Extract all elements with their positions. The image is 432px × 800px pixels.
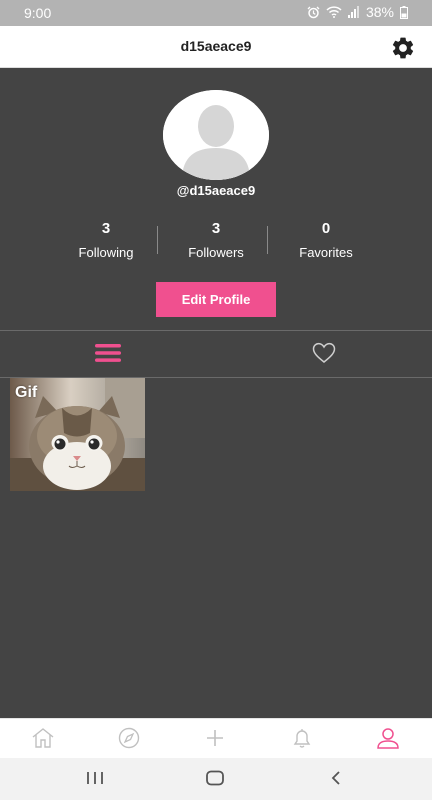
battery-percent: 38% bbox=[365, 4, 394, 20]
edit-profile-button[interactable]: Edit Profile bbox=[156, 282, 276, 317]
back-button[interactable] bbox=[328, 770, 352, 788]
avatar[interactable] bbox=[163, 90, 269, 180]
profile-icon bbox=[377, 728, 399, 749]
tab-posts[interactable] bbox=[0, 331, 216, 377]
stat-count: 3 bbox=[211, 220, 221, 237]
default-avatar-icon bbox=[163, 90, 269, 180]
stat-label: Favorites bbox=[299, 245, 353, 260]
stat-divider bbox=[267, 226, 268, 254]
home-button[interactable] bbox=[205, 770, 229, 788]
posts-grid: Gif bbox=[0, 378, 432, 718]
page-title: d15aeace9 bbox=[180, 38, 252, 54]
status-icons: 38% bbox=[307, 4, 408, 20]
stat-following[interactable]: 3 Following bbox=[52, 220, 160, 260]
stat-count: 3 bbox=[101, 220, 111, 237]
alarm-icon bbox=[307, 6, 320, 18]
recent-apps-button[interactable] bbox=[86, 770, 110, 788]
app-header: d15aeace9 bbox=[0, 26, 432, 68]
tab-favorites[interactable] bbox=[216, 331, 432, 377]
stat-followers[interactable]: 3 Followers bbox=[162, 220, 270, 260]
stat-favorites[interactable]: 0 Favorites bbox=[272, 220, 380, 260]
profile-stats: 3 Following 3 Followers 0 Favorites bbox=[52, 220, 380, 260]
stat-divider bbox=[157, 226, 158, 254]
bell-icon bbox=[293, 729, 311, 748]
nav-notifications[interactable] bbox=[290, 727, 316, 751]
nav-home[interactable] bbox=[31, 727, 57, 751]
nav-create[interactable] bbox=[203, 727, 229, 751]
gear-icon bbox=[392, 37, 414, 59]
signal-icon bbox=[347, 6, 359, 18]
stat-label: Followers bbox=[188, 245, 244, 260]
recent-apps-icon bbox=[87, 772, 103, 784]
gif-label: Gif bbox=[15, 384, 38, 401]
nav-explore[interactable] bbox=[117, 727, 143, 751]
bottom-nav bbox=[0, 718, 432, 758]
post-thumbnail[interactable]: Gif bbox=[10, 378, 145, 491]
home-icon bbox=[32, 728, 54, 748]
profile-username: @d15aeace9 bbox=[176, 183, 256, 198]
settings-button[interactable] bbox=[390, 35, 416, 61]
status-time: 9:00 bbox=[24, 5, 52, 21]
nav-profile[interactable] bbox=[376, 727, 402, 751]
plus-icon bbox=[207, 730, 223, 746]
home-button-icon bbox=[206, 770, 224, 786]
heart-icon bbox=[312, 342, 336, 363]
wifi-icon bbox=[326, 6, 342, 18]
battery-icon bbox=[400, 5, 408, 19]
stat-count: 0 bbox=[321, 220, 331, 237]
stat-label: Following bbox=[78, 245, 134, 260]
profile-section: @d15aeace9 3 Following 3 Followers 0 Fav… bbox=[0, 68, 432, 330]
compass-icon bbox=[118, 727, 140, 749]
status-bar: 9:00 38% bbox=[0, 0, 432, 26]
system-nav bbox=[0, 758, 432, 800]
profile-tabs bbox=[0, 330, 432, 378]
back-icon bbox=[331, 771, 340, 785]
menu-lines-icon bbox=[95, 344, 121, 362]
